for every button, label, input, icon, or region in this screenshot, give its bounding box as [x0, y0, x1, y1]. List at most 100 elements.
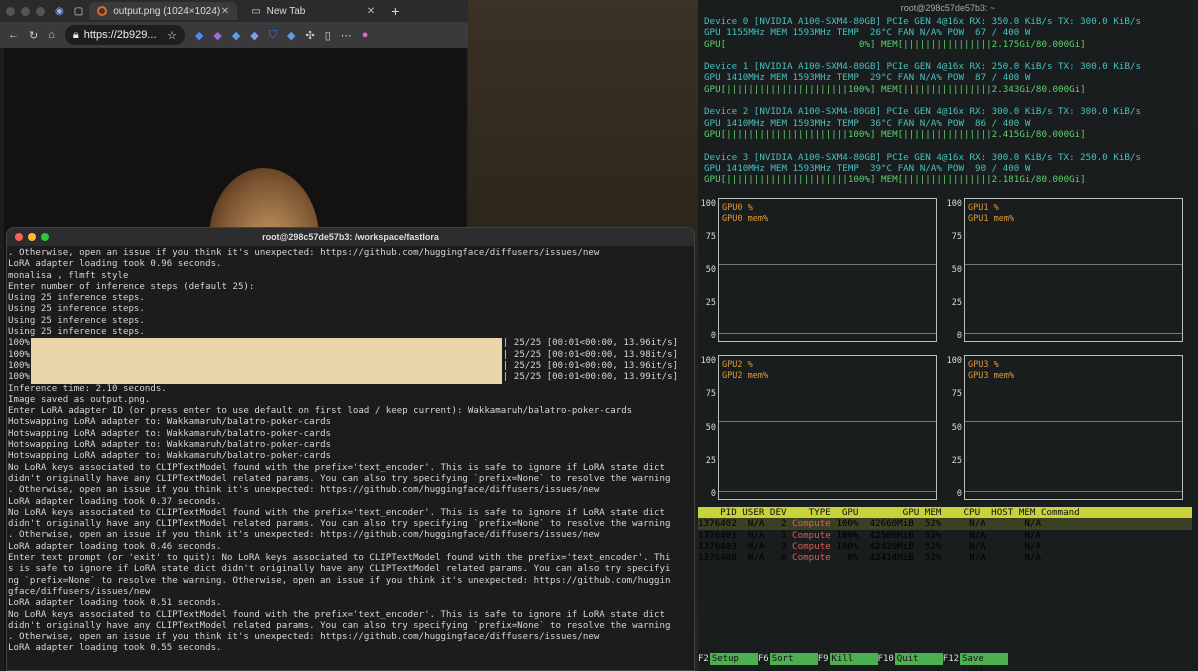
device-header: Device 0 [NVIDIA A100-SXM4-80GB] PCIe GE…: [704, 16, 1141, 27]
graph-axis-label: 100: [700, 356, 716, 366]
device-header: Device 2 [NVIDIA A100-SXM4-80GB] PCIe GE…: [704, 106, 1141, 118]
shield-icon[interactable]: ⛉: [269, 29, 277, 42]
terminal-window-fastlora[interactable]: root@298c57de57b3: /workspace/fastlora .…: [6, 227, 695, 671]
graph-axis-label: 75: [951, 232, 962, 242]
new-tab-button[interactable]: +: [391, 3, 399, 19]
graph-mem-label: GPU1 mem%: [968, 214, 1015, 224]
gpu-usage-bar: GPU[||||||||||||||||||||||100%]: [704, 128, 876, 140]
terminal-line: Enter LoRA adapter ID (or press enter to…: [8, 406, 633, 417]
more-menu-icon[interactable]: ⋯: [341, 29, 352, 42]
extension-icon[interactable]: ◆: [195, 29, 203, 42]
extension-icon[interactable]: ◆: [213, 29, 221, 42]
graph-axis-label: 0: [710, 489, 716, 499]
process-row[interactable]: 1376400 N/A 0 Compute 0% 42414MiB 52% N/…: [698, 552, 1192, 563]
terminal-output: . Otherwise, open an issue if you think …: [7, 246, 694, 655]
terminal-line: didn't originally have any CLIPTextModel…: [8, 620, 671, 631]
memory-usage-bar: MEM[||||||||||||||||2.415Gi/80.000Gi]: [881, 128, 1086, 140]
process-type: Compute: [792, 552, 831, 564]
maximize-button[interactable]: [41, 233, 49, 241]
extension-icon[interactable]: ◆: [232, 29, 240, 42]
terminal-line: didn't originally have any CLIPTextModel…: [8, 519, 671, 530]
terminal-line: Enter number of inference steps (default…: [8, 281, 255, 292]
process-stats: 100% 42420MiB 52% N/A N/A: [830, 540, 1041, 552]
process-info: 1376402 N/A 2: [698, 518, 793, 530]
terminal-line: No LoRA keys associated to CLIPTextModel…: [8, 609, 665, 620]
terminal-line: Image saved as output.png.: [8, 394, 151, 405]
memory-usage-bar: MEM[||||||||||||||||2.343Gi/80.000Gi]: [881, 83, 1086, 95]
close-window-button[interactable]: [6, 6, 15, 16]
graph-axis-label: 75: [951, 389, 962, 400]
function-key-setup-button[interactable]: Setup: [709, 653, 758, 665]
graph-gridline: [965, 264, 1182, 265]
device-block: Device 3 [NVIDIA A100-SXM4-80GB] PCIe GE…: [698, 152, 1198, 186]
device-stats: GPU 1410MHz MEM 1593MHz TEMP 29°C FAN N/…: [704, 72, 1031, 84]
maximize-window-button[interactable]: [36, 6, 45, 16]
copilot-icon[interactable]: ●: [362, 29, 369, 41]
progress-percent: 100%: [8, 360, 30, 371]
graph-axis-label: 0: [710, 331, 716, 341]
graph-axis-label: 50: [705, 422, 716, 433]
function-key: F9: [817, 654, 829, 664]
process-row[interactable]: 1376401 N/A 1 Compute 100% 42586MiB 52% …: [698, 530, 1192, 541]
process-row[interactable]: 1376403 N/A 3 Compute 100% 42420MiB 52% …: [698, 541, 1192, 552]
function-key-sort-button[interactable]: Sort: [769, 653, 818, 665]
device-block: Device 1 [NVIDIA A100-SXM4-80GB] PCIe GE…: [698, 61, 1198, 95]
terminal-line: Enter text prompt (or 'exit' to quit): N…: [8, 553, 671, 564]
gpu-graph-panel: GPU0 % GPU0 mem%: [718, 198, 937, 342]
terminal-line: No LoRA keys associated to CLIPTextModel…: [8, 462, 665, 473]
minimize-window-button[interactable]: [21, 6, 30, 16]
function-key-bar: F2 Setup F6 Sort F9 Kill F10 Quit F12 Save Config: [698, 653, 1192, 671]
process-stats: 0% 42414MiB 52% N/A N/A: [830, 552, 1041, 564]
tab-output-png[interactable]: output.png (1024×1024) ✕: [89, 2, 238, 20]
device-stats: GPU 1410MHz MEM 1593MHz TEMP 36°C FAN N/…: [704, 117, 1031, 129]
terminal-line: gface/diffusers/issues/new: [8, 586, 151, 597]
back-icon[interactable]: ←: [8, 29, 19, 41]
terminal-line: Hotswapping LoRA adapter to: Wakkamaruh/…: [8, 428, 332, 439]
graph-gridline: [719, 421, 936, 422]
terminal-line: . Otherwise, open an issue if you think …: [8, 632, 600, 643]
extension-icon[interactable]: ◆: [250, 29, 258, 42]
reload-icon[interactable]: ↻: [29, 29, 38, 42]
profile-icon[interactable]: ◉: [55, 6, 64, 17]
home-icon[interactable]: ⌂: [48, 29, 55, 41]
extensions-puzzle-icon[interactable]: ✣: [305, 29, 314, 42]
browser-tab-strip: ◉ ▢ output.png (1024×1024) ✕ ▭ New Tab ✕…: [0, 0, 468, 22]
process-table: PID USER DEV TYPE GPU GPU MEM CPU HOST M…: [698, 507, 1192, 563]
tab-actions-icon[interactable]: ▢: [74, 6, 83, 17]
terminal-line: Using 25 inference steps.: [8, 327, 145, 338]
gpu-usage-bar: GPU[||||||||||||||||||||||100%]: [704, 174, 876, 186]
tab-new-tab[interactable]: ▭ New Tab ✕: [243, 2, 383, 20]
terminal-line: LoRA adapter loading took 0.46 seconds.: [8, 541, 222, 552]
split-view-icon[interactable]: ▯: [325, 29, 331, 42]
extension-icon[interactable]: ◆: [287, 29, 295, 42]
device-header: Device 1 [NVIDIA A100-SXM4-80GB] PCIe GE…: [704, 61, 1141, 73]
progress-bar: [30, 349, 502, 361]
page-icon: ▭: [251, 5, 261, 17]
device-bars: GPU[||||||||||||||||||||||100%] MEM[||||…: [704, 174, 1198, 185]
browser-toolbar: ← ↻ ⌂ 🔒︎ https://2b929... ☆ ◆ ◆ ◆ ◆ ⛉ ◆ …: [0, 22, 468, 48]
function-key-quit-button[interactable]: Quit: [894, 653, 943, 665]
function-key-kill-button[interactable]: Kill: [829, 653, 878, 665]
graph-axis-label: 100: [946, 199, 962, 209]
close-tab-icon[interactable]: ✕: [367, 6, 375, 17]
star-icon[interactable]: ☆: [167, 29, 177, 42]
progress-stats: | 25/25 [00:01<00:00, 13.98it/s]: [502, 349, 679, 360]
close-button[interactable]: [15, 233, 23, 241]
progress-percent: 100%: [8, 349, 30, 360]
process-row[interactable]: 1376402 N/A 2 Compute 100% 42660MiB 52% …: [698, 518, 1192, 530]
progress-row: 100% | 25/25 [00:01<00:00, 13.98it/s]: [8, 349, 694, 361]
graph-mem-label: GPU2 mem%: [722, 371, 769, 381]
device-block: Device 0 [NVIDIA A100-SXM4-80GB] PCIe GE…: [698, 16, 1198, 50]
close-tab-icon[interactable]: ✕: [221, 6, 229, 17]
function-key-save-config-button[interactable]: Save Config: [960, 653, 1009, 671]
minimize-button[interactable]: [28, 233, 36, 241]
gpu-graph-panel: GPU2 % GPU2 mem%: [718, 355, 937, 500]
process-type: Compute: [792, 518, 831, 530]
terminal-line: LoRA adapter loading took 0.51 seconds.: [8, 598, 222, 609]
progress-bar: [30, 338, 502, 350]
device-bars: GPU[||||||||||||||||||||||100%] MEM[||||…: [704, 129, 1198, 140]
graph-axis-label: 25: [951, 455, 962, 466]
graph-mem-label: GPU3 mem%: [968, 371, 1015, 381]
terminal-line: . Otherwise, open an issue if you think …: [8, 530, 600, 541]
address-bar[interactable]: 🔒︎ https://2b929... ☆: [64, 25, 185, 45]
